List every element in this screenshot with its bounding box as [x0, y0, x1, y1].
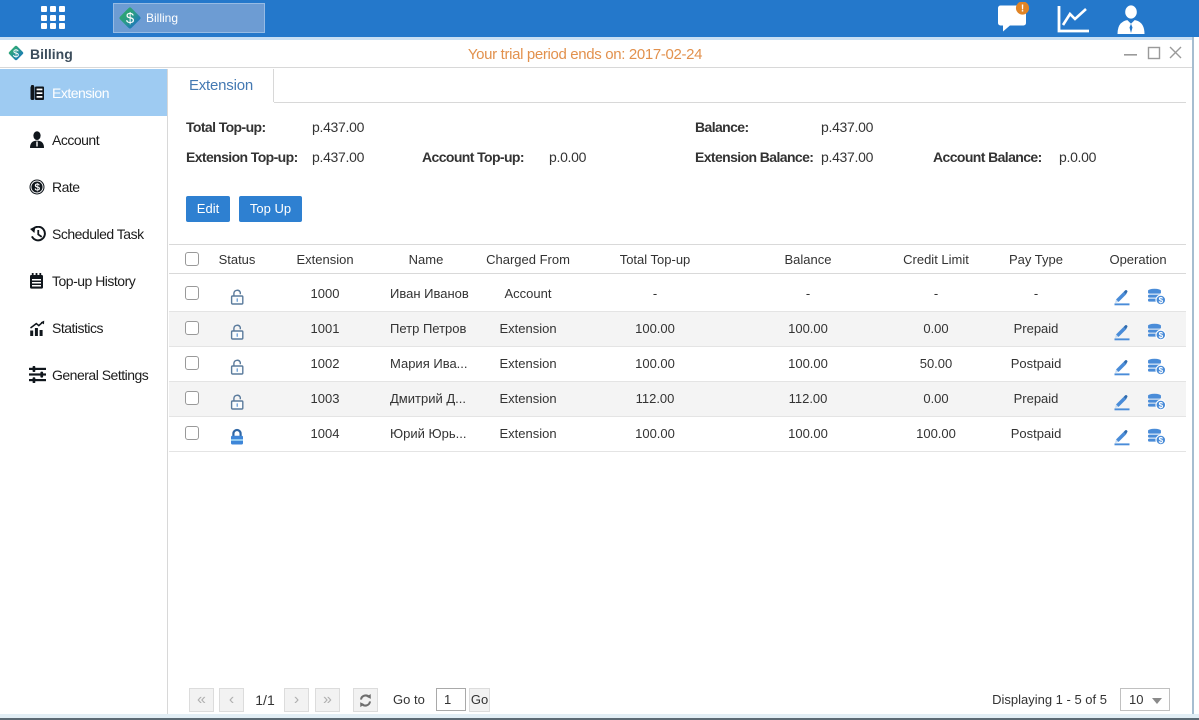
svg-text:$: $ — [126, 10, 135, 27]
svg-text:$: $ — [1159, 331, 1164, 340]
svg-text:!: ! — [1021, 4, 1024, 15]
svg-text:$: $ — [1159, 436, 1164, 445]
svg-text:$: $ — [1159, 366, 1164, 375]
svg-text:$: $ — [1159, 296, 1164, 305]
svg-text:$: $ — [1159, 401, 1164, 410]
